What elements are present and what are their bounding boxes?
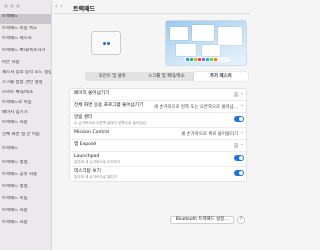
sidebar-item-label: 전체 화면 앱 간 이동: [2, 132, 40, 137]
tab-more-gestures[interactable]: 추가 제스처: [193, 72, 248, 81]
chevron-updown-icon[interactable]: ⌄: [240, 91, 244, 97]
sidebar-item[interactable]: 전체 화면 앱 간 이동: [0, 132, 51, 142]
window-controls: [4, 4, 20, 8]
sidebar-item-label: 아은 사용: [2, 60, 20, 65]
row-label: Launchpad: [74, 154, 100, 159]
sidebar-item[interactable]: 스마트 확대/축소: [0, 90, 51, 100]
popup-value[interactable]: 세 손가락으로 위로 쓸어올리기: [181, 131, 238, 137]
settings-row: Mission Control 세 손가락으로 위로 쓸어올리기 ⌄: [70, 128, 248, 140]
row-label: 페이지 쓸어넘기기: [74, 91, 110, 96]
sidebar-item-label: 트랙패드 확대/축소하기: [2, 48, 46, 53]
chevron-updown-icon[interactable]: ⌄: [240, 103, 244, 109]
page-title: 트랙패드: [73, 6, 96, 13]
row-description: 엄지와 세 손가락으로 펼치기: [74, 175, 118, 179]
settings-row: 전체 화면 응용 프로그램 쓸어넘기기 세 손가락으로 왼쪽 또는 오른쪽으로 쓸…: [70, 101, 248, 113]
sidebar-item-label: 스마트 확대/축소: [2, 90, 34, 95]
popup-value[interactable]: 끔: [234, 143, 238, 149]
sidebar-item-label: 트랙패드 설정: [2, 184, 28, 189]
zoom-window-button[interactable]: [16, 4, 20, 8]
sidebar: 트랙패드 트랙패드 이동 속도 트랙패드 제스처 트랙패드 확대/축소하기 아은 사용 제…: [0, 0, 52, 250]
preview-window: [176, 44, 196, 56]
toggle-switch[interactable]: [234, 170, 244, 176]
chevron-updown-icon[interactable]: ⌄: [240, 142, 244, 148]
preview-window: [192, 25, 214, 41]
settings-row: 알림 센터 두 손가락으로 오른쪽 끝에서 왼쪽으로 쓸어넘김: [70, 113, 248, 128]
sidebar-item[interactable]: 트랙패드 공유 사용: [0, 172, 51, 182]
sidebar-item[interactable]: 제스처 등의 동작 모드 설정: [0, 70, 52, 80]
row-label: Mission Control: [74, 130, 110, 135]
chevron-left-icon[interactable]: ‹: [55, 4, 57, 10]
preview-window: [170, 27, 188, 40]
sidebar-item[interactable]: 트랙패드 설정: [0, 160, 51, 170]
sidebar-item[interactable]: 트랙패드 사용: [0, 120, 51, 130]
gesture-preview-video: [165, 20, 247, 66]
sidebar-item[interactable]: 트랙패드 제스처: [0, 36, 51, 46]
chevron-updown-icon[interactable]: ⌄: [240, 130, 244, 136]
sidebar-item[interactable]: 트랙패드 설정: [0, 184, 51, 194]
sidebar-item-label: 트랙패드 이동 속도: [2, 26, 38, 31]
sidebar-item[interactable]: 아은 사용: [0, 60, 51, 70]
sidebar-item[interactable]: 트랙패드 이동: [0, 196, 51, 206]
sidebar-item-label: 트랙패드 공유 사용: [2, 172, 38, 177]
preview-window: [202, 45, 220, 56]
tab-scroll-zoom[interactable]: 스크롤 및 확대/축소: [139, 72, 193, 81]
row-label: 알림 센터: [74, 115, 93, 120]
preview-dock: [184, 57, 230, 62]
tab-bar: 포인트 및 클릭 스크롤 및 확대/축소 추가 제스처: [85, 72, 248, 81]
settings-row: Launchpad 엄지와 세 손가락으로 오므리기: [70, 152, 248, 167]
bluetooth-trackpad-setup-button[interactable]: Bluetooth 트랙패드 설정...: [170, 216, 234, 224]
sidebar-item[interactable]: 트랙패드: [0, 14, 51, 24]
sidebar-item-label: 트랙패드 이동: [2, 196, 28, 201]
sidebar-item-label: 트랙패드 사용: [2, 208, 28, 213]
sidebar-item-label: 트랙패드 제스처: [2, 36, 32, 41]
trackpad-illustration: [91, 31, 121, 55]
settings-pane: ‹ › 트랙패드 포인트 및 클릭 스크롤 및 확대/축소 추가 제스처 페이지…: [53, 0, 250, 250]
sidebar-item[interactable]: 트랙패드: [0, 146, 51, 156]
tab-point-click[interactable]: 포인트 및 클릭: [85, 72, 139, 81]
sidebar-item[interactable]: 스크롤 방향 관련 설정: [0, 80, 51, 90]
sidebar-item-label: 트랙패드: [2, 14, 19, 19]
close-window-button[interactable]: [4, 4, 8, 8]
row-label: 데스크탑 보기: [74, 169, 101, 174]
sidebar-item[interactable]: 트랙패드 사용: [0, 220, 51, 230]
sidebar-item[interactable]: 페이지 넘기기: [0, 110, 51, 120]
sidebar-item-label: 페이지 넘기기: [2, 110, 28, 115]
popup-value[interactable]: 세 손가락으로 왼쪽 또는 오른쪽으로 쓸어넘…: [154, 104, 238, 110]
sidebar-item[interactable]: 트랙패드 사용: [0, 208, 51, 218]
sidebar-item-label: 스크롤 방향 관련 설정: [2, 80, 43, 85]
two-finger-icon: [103, 42, 110, 45]
nav-arrows: ‹ ›: [55, 4, 63, 10]
popup-value[interactable]: 끔: [234, 92, 238, 98]
row-label: 전체 화면 응용 프로그램 쓸어넘기기: [74, 103, 144, 108]
row-description: 두 손가락으로 오른쪽 끝에서 왼쪽으로 쓸어넘김: [74, 121, 146, 125]
sidebar-item[interactable]: 트랙패드 확대/축소하기: [0, 48, 51, 58]
toggle-switch[interactable]: [234, 116, 244, 122]
row-description: 엄지와 세 손가락으로 오므리기: [74, 160, 121, 164]
chevron-right-icon[interactable]: ›: [60, 4, 62, 10]
gesture-settings-list: 페이지 쓸어넘기기 끔 ⌄ 전체 화면 응용 프로그램 쓸어넘기기 세 손가락으로 왼쪽…: [69, 88, 248, 182]
settings-row: 페이지 쓸어넘기기 끔 ⌄: [70, 89, 248, 101]
settings-row: 데스크탑 보기 엄지와 세 손가락으로 펼치기: [70, 167, 248, 182]
toggle-switch[interactable]: [234, 155, 244, 161]
sidebar-item[interactable]: 트랙패드 이동 속도: [0, 26, 51, 36]
sidebar-item[interactable]: 트랙패드로 이동: [0, 100, 51, 110]
row-label: 앱 Exposé: [74, 142, 97, 147]
sidebar-item-label: 트랙패드: [2, 146, 19, 151]
settings-row: 앱 Exposé 끔 ⌄: [70, 140, 248, 152]
sidebar-item-label: 제스처 등의 동작 모드 설정: [2, 70, 52, 75]
sidebar-item-label: 트랙패드 사용: [2, 120, 28, 125]
sidebar-item-label: 트랙패드 사용: [2, 220, 28, 225]
toolbar: ‹ › 트랙패드: [53, 0, 250, 14]
minimize-window-button[interactable]: [10, 4, 14, 8]
preview-window: [218, 27, 242, 45]
sidebar-item-label: 트랙패드로 이동: [2, 100, 32, 105]
help-button[interactable]: ?: [237, 216, 245, 224]
sidebar-item-label: 트랙패드 설정: [2, 160, 28, 165]
